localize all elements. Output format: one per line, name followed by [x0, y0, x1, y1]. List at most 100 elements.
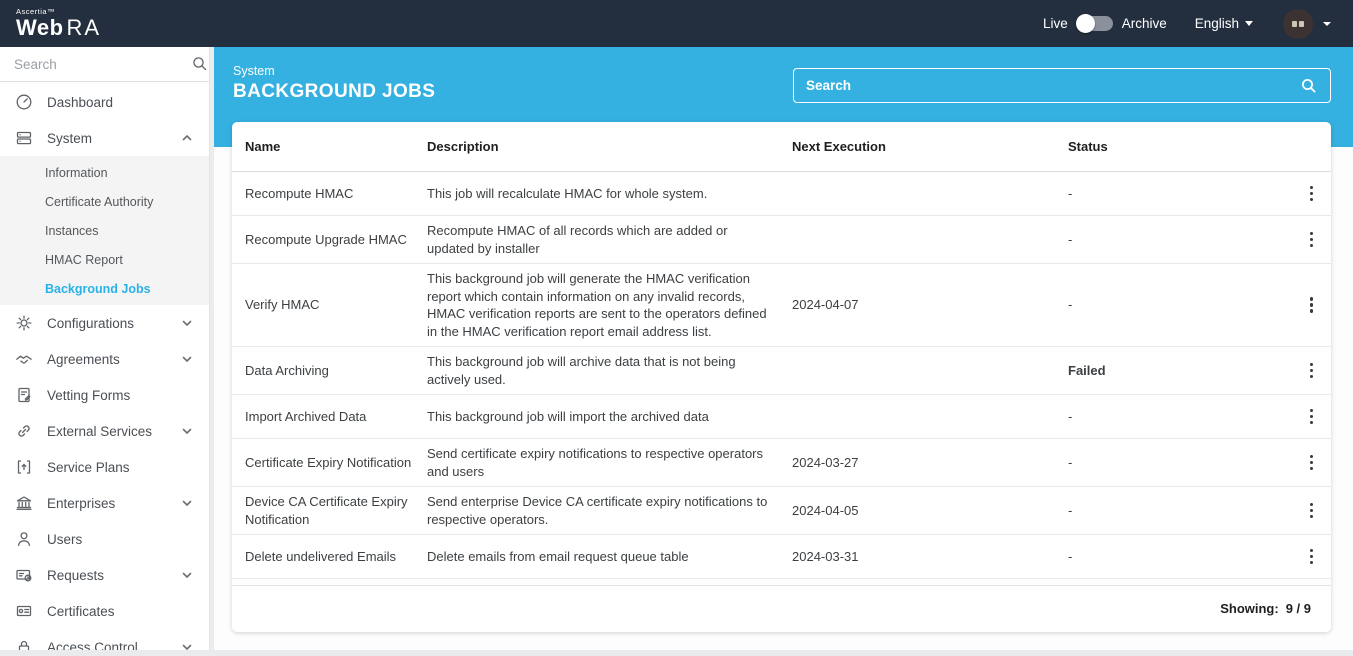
chevron-down-icon	[181, 497, 193, 509]
row-actions-menu-icon[interactable]	[1302, 546, 1322, 568]
row-actions-menu-icon[interactable]	[1302, 406, 1322, 428]
job-status-failed: Failed	[1068, 362, 1106, 378]
row-actions-menu-icon[interactable]	[1302, 360, 1322, 382]
user-avatar[interactable]	[1283, 8, 1313, 39]
main-content: System BACKGROUND JOBS Name Description …	[214, 47, 1353, 656]
table-row: Reorganise or Rebuild Reorganise or Rebu…	[232, 579, 1331, 585]
sidebar-item-label: External Services	[47, 423, 153, 439]
sidebar-item-label: Dashboard	[47, 94, 114, 110]
link-icon	[15, 422, 33, 440]
job-name: Delete undelivered Emails	[245, 548, 397, 564]
sidebar-search	[0, 47, 209, 82]
gear-icon	[15, 314, 33, 332]
job-description: This background job will generate the HM…	[427, 271, 767, 339]
horizontal-scrollbar[interactable]	[0, 650, 1353, 656]
plan-icon	[15, 458, 33, 476]
sidebar-item-dashboard[interactable]: Dashboard	[0, 84, 209, 120]
brand-webra-label: Web RA	[16, 14, 102, 40]
sidebar-item-external-services[interactable]: External Services	[0, 413, 209, 449]
sidebar-item-label: Service Plans	[47, 459, 130, 475]
topbar-controls: Live Archive English	[1042, 8, 1353, 39]
job-status: -	[1068, 502, 1073, 518]
sidebar-item-users[interactable]: Users	[0, 521, 209, 557]
table-row: Certificate Expiry Notification Send cer…	[232, 439, 1331, 487]
table-row: Recompute HMAC This job will recalculate…	[232, 172, 1331, 216]
chevron-down-icon	[181, 425, 193, 437]
table-search-input[interactable]	[806, 78, 1300, 93]
job-status: -	[1068, 231, 1073, 247]
submenu-item-information[interactable]: Information	[0, 158, 209, 187]
sidebar-scrollbar[interactable]	[210, 47, 214, 650]
table-row: Device CA Certificate Expiry Notificatio…	[232, 487, 1331, 535]
form-icon	[15, 386, 33, 404]
system-submenu: Information Certificate Authority Instan…	[0, 156, 209, 305]
job-next-execution: 2024-04-05	[792, 502, 859, 518]
sidebar-item-label: Enterprises	[47, 495, 116, 511]
sidebar-item-certificates[interactable]: Certificates	[0, 593, 209, 629]
sidebar-item-enterprises[interactable]: Enterprises	[0, 485, 209, 521]
job-name: Import Archived Data	[245, 408, 367, 424]
sidebar-item-label: Certificates	[47, 603, 115, 619]
page-title: BACKGROUND JOBS	[233, 81, 436, 102]
row-actions-menu-icon[interactable]	[1302, 229, 1322, 251]
job-description: Delete emails from email request queue t…	[427, 548, 689, 564]
submenu-item-background-jobs[interactable]: Background Jobs	[0, 274, 209, 303]
live-label: Live	[1042, 16, 1068, 31]
chevron-up-icon	[181, 132, 193, 144]
row-actions-menu-icon[interactable]	[1302, 500, 1322, 522]
gauge-icon	[15, 93, 33, 111]
webra-app: Ascertia™ Web RA Live Archive English Se…	[0, 0, 1353, 656]
sidebar-item-requests[interactable]: Requests	[0, 557, 209, 593]
submenu-item-certificate-authority[interactable]: Certificate Authority	[0, 187, 209, 216]
table-row: Import Archived Data This background job…	[232, 395, 1331, 439]
sidebar-search-input[interactable]	[14, 56, 191, 72]
job-description: Recompute HMAC of all records which are …	[427, 223, 728, 256]
live-archive-toggle-group: Live Archive	[1042, 14, 1167, 33]
column-header-status: Status	[1068, 139, 1108, 154]
submenu-item-hmac-report[interactable]: HMAC Report	[0, 245, 209, 274]
bank-icon	[15, 494, 33, 512]
row-actions-menu-icon[interactable]	[1302, 183, 1322, 205]
archive-label: Archive	[1121, 16, 1167, 31]
search-icon[interactable]	[1300, 77, 1318, 95]
search-icon[interactable]	[191, 55, 209, 73]
job-next-execution: 2024-04-07	[792, 297, 859, 313]
sidebar: Dashboard System Information Certificate…	[0, 47, 210, 656]
handshake-icon	[15, 350, 33, 368]
table-row: Verify HMAC This background job will gen…	[232, 264, 1331, 347]
sidebar-item-vetting-forms[interactable]: Vetting Forms	[0, 377, 209, 413]
toggle-knob[interactable]	[1075, 14, 1095, 33]
job-status: -	[1068, 297, 1073, 313]
language-dropdown[interactable]: English	[1195, 16, 1253, 31]
live-archive-toggle[interactable]	[1075, 14, 1113, 33]
job-name: Device CA Certificate Expiry Notificatio…	[245, 494, 408, 527]
job-description: This job will recalculate HMAC for whole…	[427, 185, 708, 201]
sidebar-item-label: Agreements	[47, 351, 120, 367]
sidebar-item-service-plans[interactable]: Service Plans	[0, 449, 209, 485]
user-menu[interactable]	[1283, 8, 1331, 39]
sidebar-item-system[interactable]: System	[0, 120, 209, 156]
chevron-down-icon	[1323, 21, 1331, 26]
chevron-down-icon	[1245, 21, 1253, 26]
table-header: Name Description Next Execution Status	[232, 122, 1331, 172]
chevron-down-icon	[181, 353, 193, 365]
sidebar-item-label: Users	[47, 531, 83, 547]
sidebar-item-label: Vetting Forms	[47, 387, 131, 403]
sidebar-item-configurations[interactable]: Configurations	[0, 305, 209, 341]
column-header-description: Description	[427, 139, 499, 154]
language-label: English	[1194, 16, 1239, 31]
background-jobs-card: Name Description Next Execution Status R…	[232, 122, 1331, 632]
submenu-item-instances[interactable]: Instances	[0, 216, 209, 245]
showing-count: 9 / 9	[1285, 601, 1311, 616]
sidebar-item-label: System	[47, 130, 93, 146]
sidebar-item-agreements[interactable]: Agreements	[0, 341, 209, 377]
job-next-execution: 2024-03-27	[792, 454, 859, 470]
job-status: -	[1068, 408, 1073, 424]
chevron-down-icon	[181, 569, 193, 581]
certificate-icon	[15, 602, 33, 620]
row-actions-menu-icon[interactable]	[1302, 294, 1322, 316]
job-description: Send certificate expiry notifications to…	[427, 446, 764, 479]
row-actions-menu-icon[interactable]	[1302, 452, 1322, 474]
topbar: Ascertia™ Web RA Live Archive English	[0, 0, 1353, 47]
table-search	[793, 68, 1331, 103]
